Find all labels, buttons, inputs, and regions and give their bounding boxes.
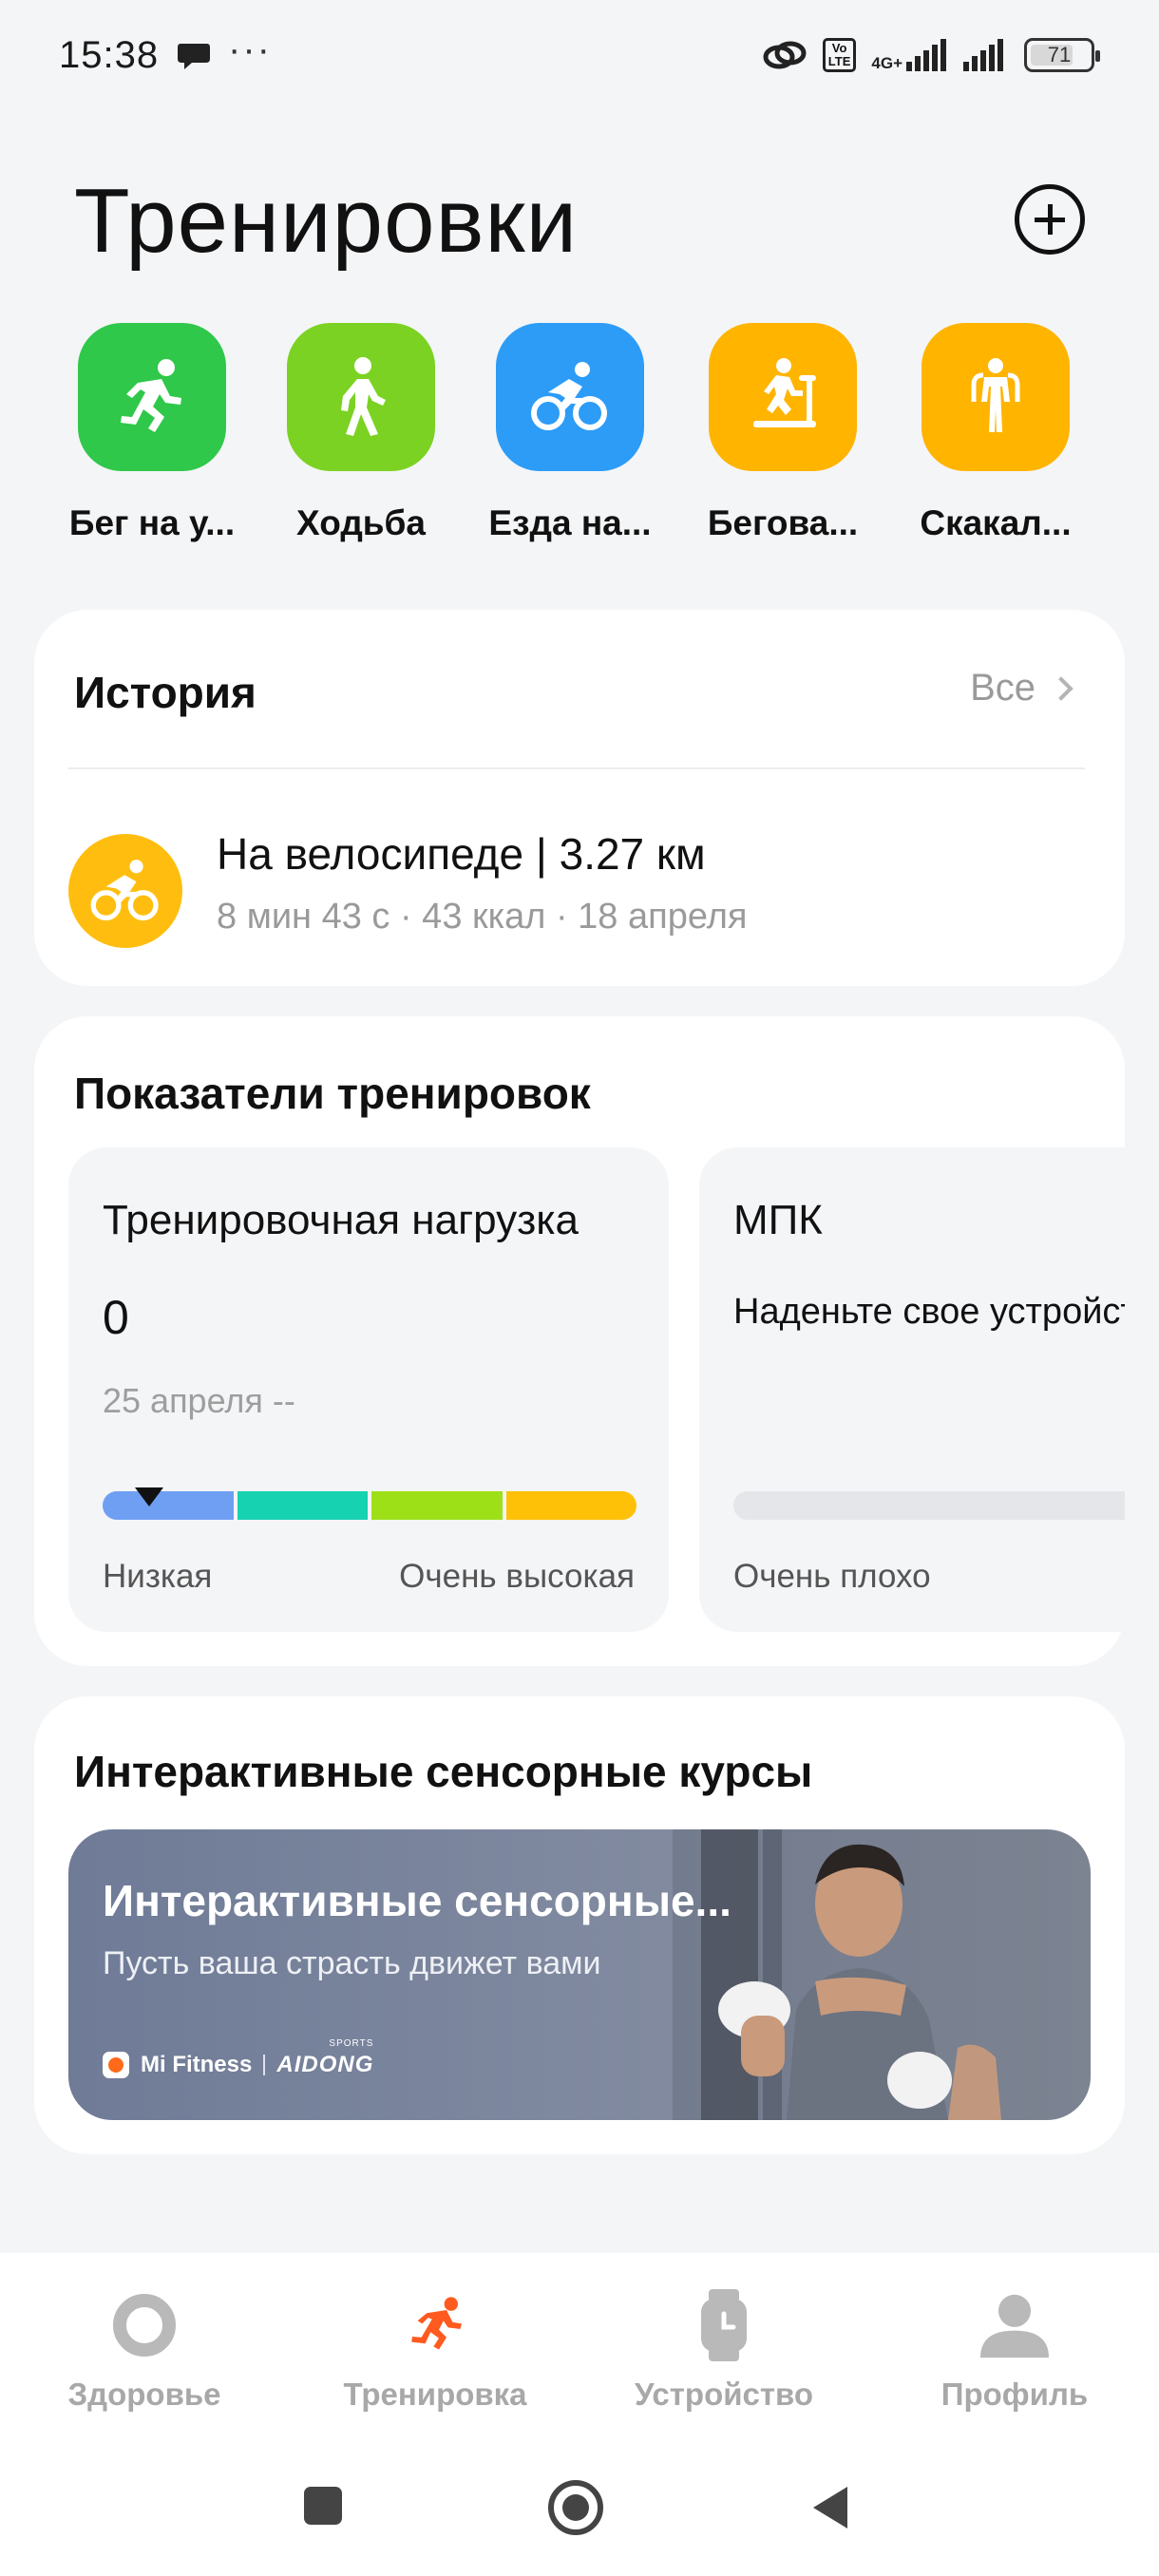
courses-banner[interactable]: Интерактивные сенсорные... Пусть ваша ст… — [68, 1829, 1091, 2120]
running-icon — [401, 2291, 469, 2359]
training-load-card[interactable]: Тренировочная нагрузка 0 25 апреля -- Ни… — [68, 1147, 669, 1632]
status-bar: 15:38 ··· Vo LTE 4G+ 71 — [0, 0, 1159, 114]
divider — [68, 767, 1085, 769]
cycling-icon — [496, 323, 644, 471]
chevron-right-icon — [1049, 675, 1074, 701]
volte-bottom: LTE — [827, 54, 851, 68]
vo2max-card[interactable]: МПК Наденьте свое устройство Очень плохо — [699, 1147, 1125, 1632]
workout-type-label: Ходьба — [296, 503, 426, 542]
signal-icon-2 — [963, 39, 1003, 71]
nav-profile[interactable]: Профиль — [891, 2291, 1138, 2413]
workout-type-label: Езда на... — [488, 503, 652, 542]
workout-type-cycling[interactable]: Езда на... — [475, 323, 665, 543]
training-load-date: 25 апреля -- — [103, 1381, 295, 1420]
scale-high-label: Очень высокая — [399, 1558, 635, 1595]
home-button[interactable] — [547, 2479, 604, 2536]
workout-types: Бег на у... Ходьба Езда на... Бегова... … — [0, 323, 1159, 551]
boxer-photo — [673, 1829, 1091, 2120]
scale-marker — [135, 1487, 163, 1506]
volte-icon: Vo LTE — [822, 38, 857, 72]
workout-type-label: Бег на у... — [68, 503, 236, 542]
vo2max-low-label: Очень плохо — [733, 1558, 931, 1595]
walking-icon — [287, 323, 435, 471]
link-icon — [763, 41, 807, 69]
nav-health[interactable]: Здоровье — [21, 2291, 268, 2413]
volte-top: Vo — [831, 41, 847, 55]
see-all-button[interactable]: Все — [970, 667, 1074, 710]
scale-segment-low — [103, 1491, 234, 1520]
workout-type-label: Бегова... — [707, 503, 859, 542]
nav-label: Профиль — [940, 2377, 1089, 2412]
metrics-title: Показатели тренировок — [74, 1069, 591, 1118]
workout-type-walking[interactable]: Ходьба — [266, 323, 456, 543]
status-time: 15:38 — [59, 34, 160, 76]
history-card: История Все На велосипеде | 3.27 км 8 ми… — [34, 610, 1125, 986]
mi-fitness-logo-icon — [103, 2052, 129, 2078]
treadmill-icon — [709, 323, 857, 471]
brand-separator — [263, 2055, 266, 2075]
nav-device[interactable]: Устройство — [600, 2289, 847, 2413]
scale-low-label: Низкая — [103, 1558, 213, 1595]
signal-icon — [906, 39, 946, 71]
scale-segment-medium — [237, 1491, 368, 1520]
training-load-title: Тренировочная нагрузка — [103, 1197, 579, 1243]
workout-type-jump-rope[interactable]: Скакал... — [901, 323, 1091, 543]
brand-mi-fitness: Mi Fitness — [141, 2052, 253, 2077]
courses-card: Интерактивные сенсорные курсы Интерактив… — [34, 1696, 1125, 2154]
system-nav-bar — [0, 2443, 1159, 2576]
health-ring-icon — [110, 2291, 179, 2359]
add-workout-button[interactable] — [1015, 184, 1085, 255]
history-item-subtitle: 8 мин 43 с · 43 ккал · 18 апреля — [217, 897, 748, 937]
see-all-label: Все — [970, 667, 1036, 709]
courses-title: Интерактивные сенсорные курсы — [74, 1747, 813, 1796]
jump-rope-icon — [922, 323, 1070, 471]
message-icon — [178, 44, 210, 69]
nav-label: Здоровье — [67, 2377, 221, 2412]
nav-workout[interactable]: Тренировка — [312, 2291, 559, 2413]
cycling-icon — [68, 834, 182, 948]
training-load-scale — [103, 1491, 636, 1520]
status-indicators: Vo LTE 4G+ 71 — [762, 36, 1100, 74]
vo2max-message: Наденьте свое устройство — [733, 1292, 1125, 1332]
back-button[interactable] — [809, 2485, 851, 2530]
network-type: 4G+ — [871, 54, 902, 72]
brand-aidong: AIDONG — [276, 2052, 374, 2077]
history-item-title: На велосипеде | 3.27 км — [217, 829, 706, 879]
metrics-card: Показатели тренировок Тренировочная нагр… — [34, 1016, 1125, 1666]
vo2max-scale — [733, 1491, 1125, 1520]
scale-segment-very-high — [505, 1491, 636, 1520]
page-title: Тренировки — [74, 170, 579, 272]
scale-segment-high — [371, 1491, 503, 1520]
battery-icon: 71 — [1024, 38, 1100, 72]
running-icon — [78, 323, 226, 471]
training-load-value: 0 — [103, 1291, 129, 1344]
nav-label: Устройство — [634, 2377, 814, 2412]
brand-aidong-small: SPORTS — [329, 2038, 374, 2049]
vo2max-title: МПК — [733, 1197, 823, 1243]
more-dots: ··· — [228, 28, 272, 70]
battery-level: 71 — [1047, 43, 1072, 66]
history-title: История — [74, 668, 256, 717]
profile-icon — [980, 2291, 1049, 2359]
watch-icon — [690, 2289, 758, 2361]
workout-type-treadmill[interactable]: Бегова... — [688, 323, 878, 543]
recents-button[interactable] — [302, 2485, 344, 2527]
nav-label: Тренировка — [343, 2377, 527, 2412]
workout-type-running[interactable]: Бег на у... — [57, 323, 247, 543]
workout-type-label: Скакал... — [920, 503, 1072, 542]
banner-subtitle: Пусть ваша страсть движет вами — [103, 1945, 601, 1981]
banner-brands: Mi Fitness SPORTS AIDONG — [103, 2038, 374, 2078]
banner-title: Интерактивные сенсорные... — [103, 1876, 732, 1925]
